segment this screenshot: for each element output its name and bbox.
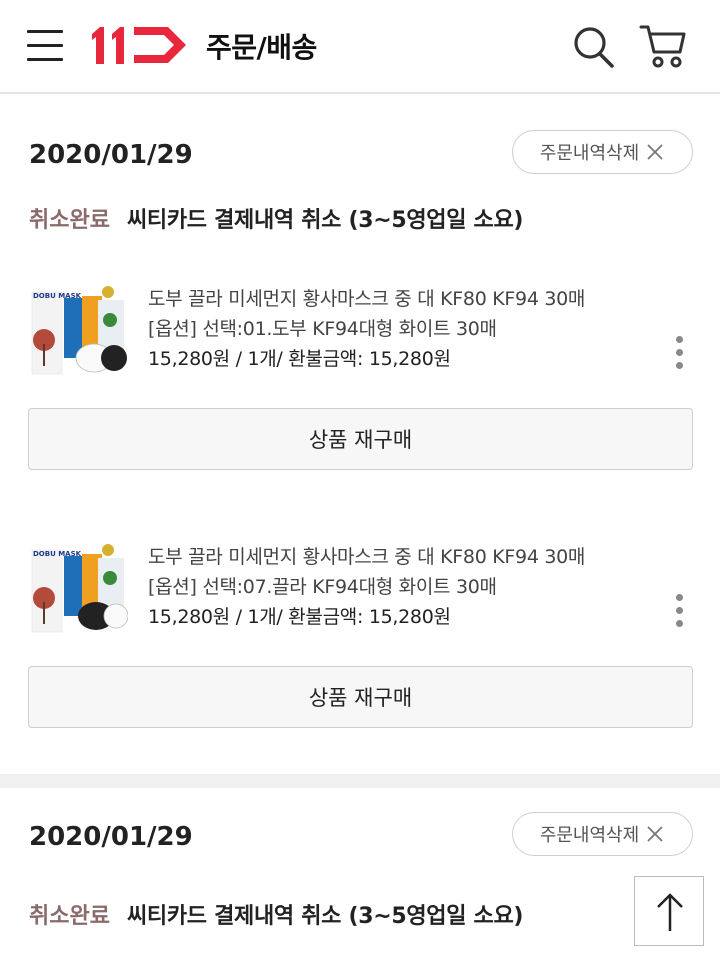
rebuy-button[interactable]: 상품 재구매 (28, 408, 693, 470)
page-title: 주문/배송 (206, 31, 317, 64)
scroll-top-button[interactable] (634, 876, 704, 946)
product-thumbnail[interactable]: DOBU MASK (30, 542, 128, 638)
order-status-line: 취소완료 씨티카드 결제내역 취소 (3~5영업일 소요) (29, 898, 523, 930)
order-status-line: 취소완료 씨티카드 결제내역 취소 (3~5영업일 소요) (29, 202, 523, 234)
order-card: 2020/01/29 주문내역삭제 취소완료 씨티카드 결제내역 취소 (3~5… (0, 812, 720, 968)
item-text: 도부 끌라 미세먼지 황사마스크 중 대 KF80 KF94 30매 [옵션] … (148, 542, 585, 632)
product-thumbnail[interactable]: DOBU MASK (30, 284, 128, 380)
cart-icon[interactable] (638, 22, 688, 70)
close-icon (647, 144, 663, 160)
more-options-icon[interactable] (672, 594, 686, 632)
order-date: 2020/01/29 (29, 822, 193, 852)
product-name[interactable]: 도부 끌라 미세먼지 황사마스크 중 대 KF80 KF94 30매 (148, 284, 585, 314)
product-option: [옵션] 선택:07.끌라 KF94대형 화이트 30매 (148, 576, 497, 598)
arrow-up-icon (657, 893, 683, 931)
product-price: 15,280원 / 1개/ 환불금액: 15,280원 (148, 348, 451, 370)
product-price: 15,280원 / 1개/ 환불금액: 15,280원 (148, 606, 451, 628)
order-status: 취소완료 (29, 904, 110, 929)
section-divider (0, 774, 720, 788)
delete-order-label: 주문내역삭제 (539, 825, 640, 846)
eleven-street-logo[interactable] (90, 24, 188, 66)
delete-order-button[interactable]: 주문내역삭제 (512, 812, 693, 856)
delete-order-label: 주문내역삭제 (539, 143, 640, 164)
delete-order-button[interactable]: 주문내역삭제 (512, 130, 693, 174)
rebuy-button[interactable]: 상품 재구매 (28, 666, 693, 728)
hamburger-menu-icon[interactable] (27, 28, 63, 62)
more-options-icon[interactable] (672, 336, 686, 374)
order-status-desc: 씨티카드 결제내역 취소 (3~5영업일 소요) (126, 208, 524, 233)
app-header: 주문/배송 (0, 0, 720, 94)
order-date: 2020/01/29 (29, 140, 193, 170)
order-card: 2020/01/29 주문내역삭제 취소완료 씨티카드 결제내역 취소 (3~5… (0, 130, 720, 760)
search-icon[interactable] (570, 24, 618, 70)
order-item: DOBU MASK 도부 끌라 미세먼지 황사마스크 중 대 KF80 KF94… (0, 542, 720, 752)
order-item: DOBU MASK 도부 끌라 미세먼지 황사마스크 중 대 KF80 KF94… (0, 284, 720, 494)
order-status: 취소완료 (29, 208, 110, 233)
product-option: [옵션] 선택:01.도부 KF94대형 화이트 30매 (148, 318, 497, 340)
order-status-desc: 씨티카드 결제내역 취소 (3~5영업일 소요) (126, 904, 524, 929)
item-text: 도부 끌라 미세먼지 황사마스크 중 대 KF80 KF94 30매 [옵션] … (148, 284, 585, 374)
product-name[interactable]: 도부 끌라 미세먼지 황사마스크 중 대 KF80 KF94 30매 (148, 542, 585, 572)
close-icon (647, 826, 663, 842)
